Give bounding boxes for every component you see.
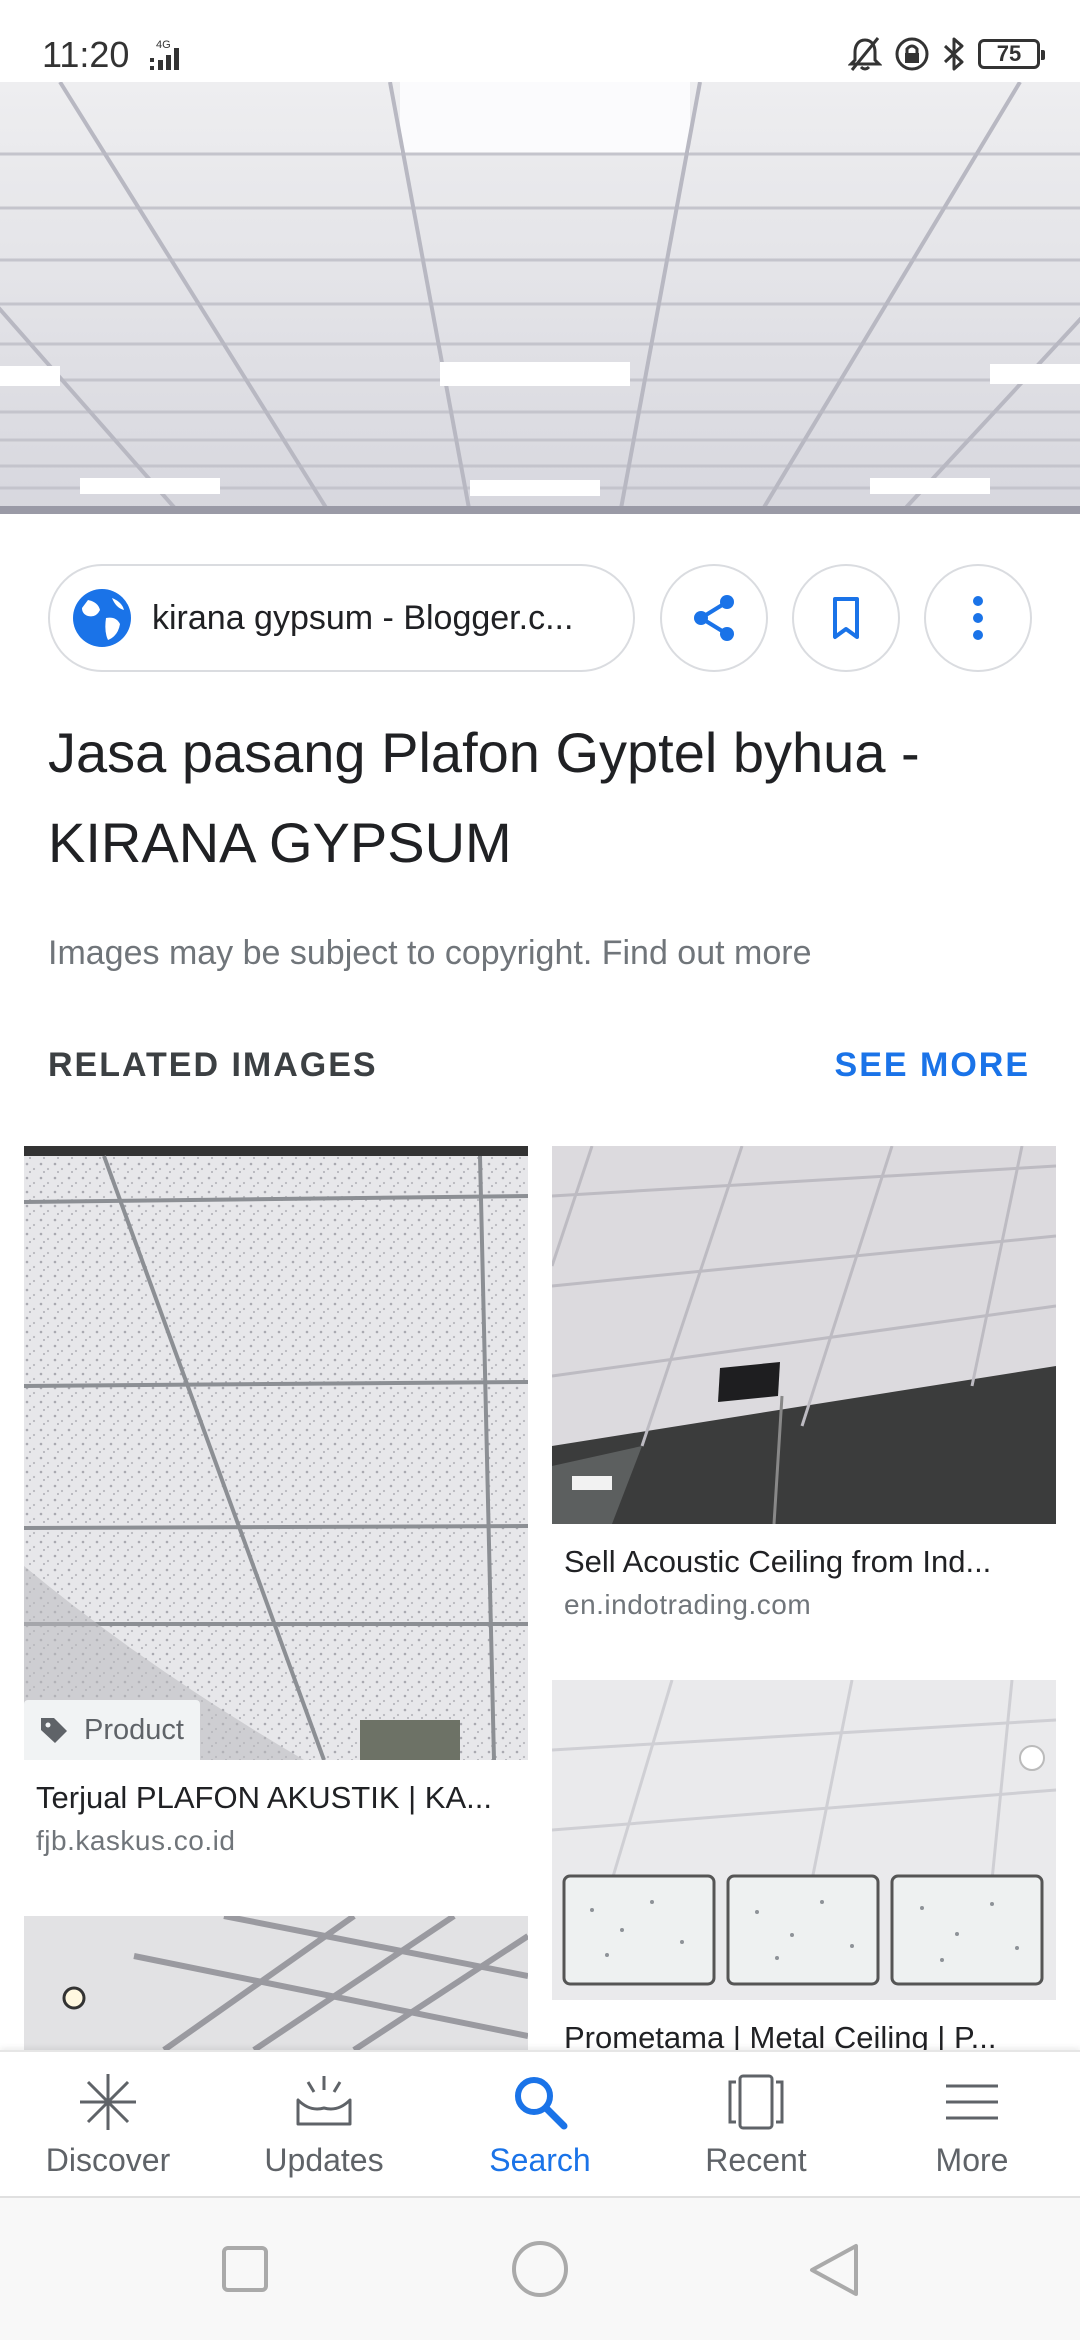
related-title-1[interactable]: Terjual PLAFON AKUSTIK | KA... [36, 1780, 526, 1816]
source-name: kirana gypsum - Blogger.c... [152, 598, 574, 637]
related-image-4[interactable] [24, 1916, 528, 2050]
related-domain-1: fjb.kaskus.co.id [36, 1825, 236, 1856]
copyright-notice[interactable]: Images may be subject to copyright. Find… [48, 934, 811, 973]
status-bar: 11:20 4G 75 [0, 0, 1080, 82]
nav-updates[interactable]: Updates [216, 2052, 432, 2196]
related-image-2[interactable] [552, 1146, 1056, 1524]
system-navigation-bar [0, 2196, 1080, 2340]
nav-discover-label: Discover [45, 2142, 171, 2178]
status-time: 11:20 [42, 34, 130, 75]
related-image-3[interactable] [552, 1680, 1056, 2000]
related-title-2[interactable]: Sell Acoustic Ceiling from Ind... [564, 1544, 1054, 1580]
bookmark-icon [833, 597, 859, 639]
nav-discover[interactable]: Discover [0, 2052, 216, 2196]
status-icons: 75 [848, 34, 1045, 74]
source-link[interactable]: kirana gypsum - Blogger.c... [48, 564, 635, 672]
hero-image[interactable] [0, 82, 1080, 514]
share-button[interactable] [660, 564, 768, 672]
rotation-lock-icon [895, 37, 929, 71]
bottom-navigation: Discover Updates Search Recent More [0, 2050, 1080, 2196]
page: 11:20 4G 75 kirana gypsum - Blogger.c...… [0, 0, 1080, 2340]
back-button[interactable] [810, 2244, 858, 2296]
recent-apps-button[interactable] [222, 2246, 268, 2292]
signal-icon: 4G [150, 39, 179, 70]
tag-icon [41, 1718, 67, 1743]
search-icon [515, 2077, 568, 2130]
nav-search[interactable]: Search [432, 2052, 648, 2196]
bell-off-icon [848, 37, 882, 71]
more-options-button[interactable] [924, 564, 1032, 672]
recent-icon [728, 2074, 784, 2130]
nav-updates-label: Updates [264, 2142, 384, 2178]
menu-icon [946, 2084, 998, 2120]
battery-level: 75 [996, 41, 1022, 66]
nav-more-label: More [935, 2142, 1009, 2178]
bluetooth-icon [943, 37, 964, 71]
product-badge-label: Product [84, 1713, 184, 1746]
see-more-button[interactable]: SEE MORE [835, 1046, 1030, 1085]
nav-recent[interactable]: Recent [648, 2052, 864, 2196]
nav-search-label: Search [489, 2142, 591, 2178]
related-image-1[interactable] [24, 1146, 528, 1760]
home-button[interactable] [512, 2241, 568, 2297]
share-icon [694, 595, 734, 641]
result-title: Jasa pasang Plafon Gyptel byhua - KIRANA… [48, 721, 920, 874]
globe-icon [73, 589, 131, 647]
product-badge: Product [24, 1700, 200, 1760]
battery-icon: 75 [978, 39, 1045, 69]
bookmark-button[interactable] [792, 564, 900, 672]
related-domain-2: en.indotrading.com [564, 1589, 812, 1620]
more-vert-icon [973, 596, 983, 640]
network-type-label: 4G [156, 39, 171, 51]
discover-icon [80, 2074, 136, 2130]
related-images-heading: RELATED IMAGES [48, 1046, 378, 1084]
nav-recent-label: Recent [705, 2142, 807, 2178]
updates-icon [296, 2076, 352, 2126]
nav-more[interactable]: More [864, 2052, 1080, 2196]
